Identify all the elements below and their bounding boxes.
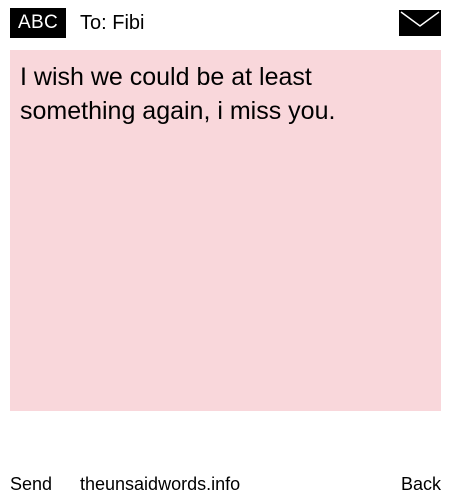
back-button[interactable]: Back (401, 470, 441, 498)
input-mode-badge[interactable]: ABC (10, 8, 66, 38)
recipient-label: To: Fibi (80, 12, 145, 34)
softkey-bar: Send theunsaidwords.info Back (0, 470, 450, 498)
send-button[interactable]: Send (10, 470, 52, 498)
message-header: ABC To: Fibi (0, 0, 450, 44)
site-link[interactable]: theunsaidwords.info (80, 470, 240, 498)
envelope-icon (399, 10, 441, 36)
message-compose-area[interactable]: I wish we could be at least something ag… (10, 50, 441, 411)
message-body: I wish we could be at least something ag… (20, 63, 336, 125)
